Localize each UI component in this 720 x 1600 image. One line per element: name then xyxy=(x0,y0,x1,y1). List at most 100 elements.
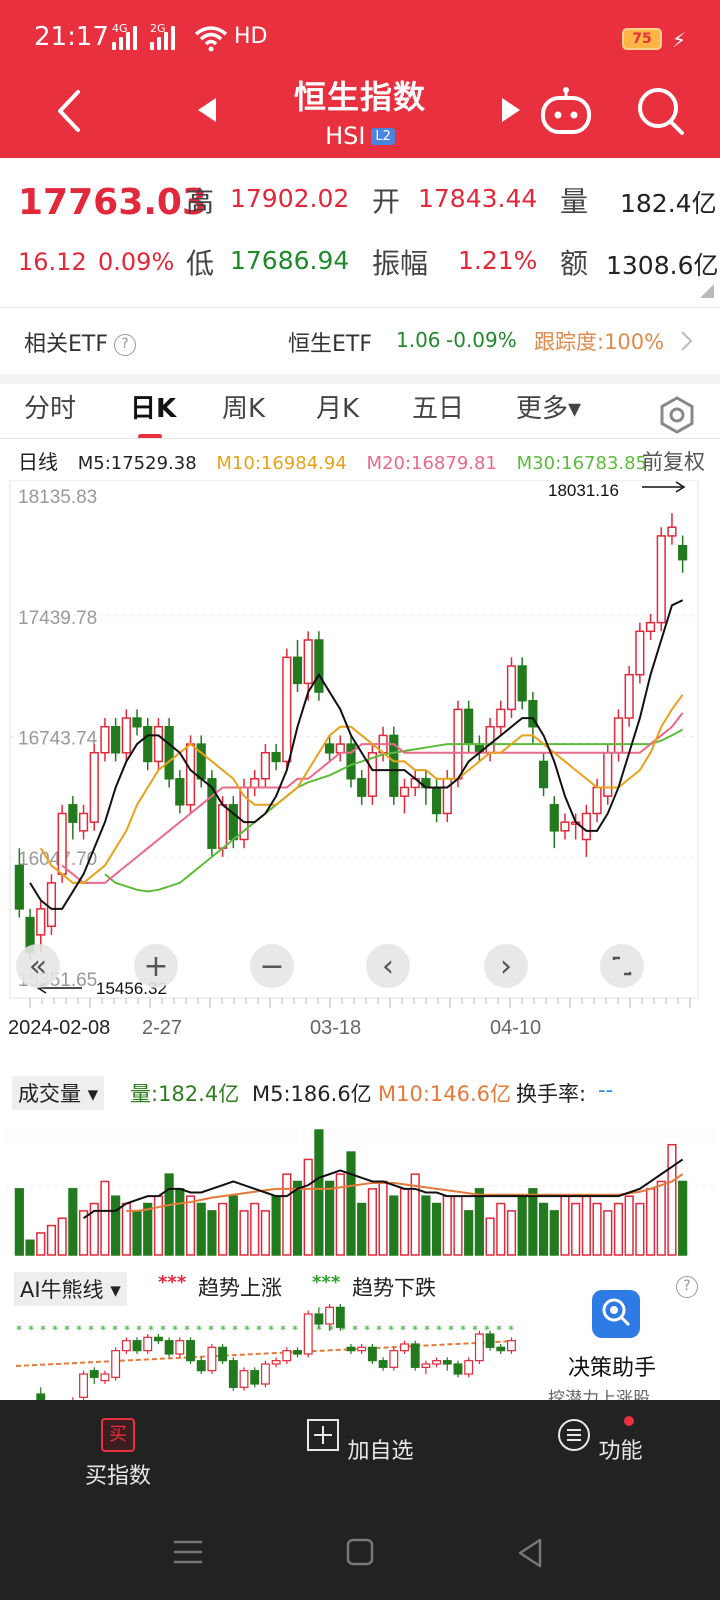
volume-bar xyxy=(260,1210,271,1256)
candle-body xyxy=(635,630,645,676)
trend-star-marker: * xyxy=(184,1323,190,1337)
candle-body xyxy=(538,760,549,789)
volume-label: 量 xyxy=(560,185,589,218)
volume-bar xyxy=(549,1210,559,1256)
related-etf-row[interactable]: 相关ETF? 恒生ETF 1.06 -0.09% 跟踪度:100% xyxy=(0,308,720,374)
trend-up-label: 趋势上涨 xyxy=(198,1276,282,1300)
tab-intraday[interactable]: 分时 xyxy=(24,388,76,425)
candlestick-chart[interactable]: 18135.8317439.7816743.7416047.7015351.65… xyxy=(0,480,720,1040)
rewind-button[interactable]: « xyxy=(16,944,60,988)
volume-indicator-select[interactable]: 成交量 ▾ xyxy=(12,1076,105,1110)
info-icon[interactable]: ? xyxy=(114,334,136,356)
ma-legend: 日线 M5:17529.38 M10:16984.94 M20:16879.81… xyxy=(18,446,661,475)
candle-body xyxy=(121,717,131,754)
etf-price: 1.06 xyxy=(396,328,441,352)
trend-star-marker: * xyxy=(136,1323,142,1337)
ai-candle-body xyxy=(367,1346,377,1362)
volume-bar xyxy=(14,1188,24,1256)
search-icon[interactable] xyxy=(636,86,686,138)
volume-bar xyxy=(228,1195,238,1256)
trend-star-marker: * xyxy=(172,1323,178,1337)
pan-right-button[interactable]: › xyxy=(484,944,528,988)
candle-body xyxy=(560,821,570,832)
trend-star-marker: * xyxy=(352,1323,358,1337)
candle-body xyxy=(399,786,410,797)
settings-hexagon-icon[interactable] xyxy=(658,396,696,434)
buy-icon: 买 xyxy=(101,1418,135,1452)
tab-weekly-k[interactable]: 周K xyxy=(222,388,265,425)
trend-star-marker: * xyxy=(460,1323,466,1337)
tab-five-day[interactable]: 五日 xyxy=(412,388,464,425)
candle-body xyxy=(143,725,153,763)
pan-left-button[interactable]: ‹ xyxy=(366,944,410,988)
volume-bar xyxy=(603,1210,613,1256)
candle-body xyxy=(485,725,495,754)
helper-info-icon[interactable]: ? xyxy=(676,1276,698,1298)
tab-daily-k[interactable]: 日K xyxy=(130,388,176,425)
candle-body xyxy=(218,804,228,849)
volume-value: 182.4亿 xyxy=(620,189,717,218)
amount-label: 额 xyxy=(560,247,589,280)
candle-body xyxy=(678,544,688,561)
volume-indicator-label: 成交量 xyxy=(18,1082,81,1106)
amplitude-label: 振幅 xyxy=(372,247,429,280)
trend-star-marker: * xyxy=(448,1323,454,1337)
volume-bar xyxy=(25,1239,35,1256)
zoom-in-button[interactable]: + xyxy=(134,944,178,988)
candle-body xyxy=(506,665,517,711)
decision-helper-title: 决策助手 xyxy=(568,1356,657,1381)
tab-more[interactable]: 更多▾ xyxy=(516,388,581,425)
volume-bar xyxy=(399,1188,410,1256)
volume-bar xyxy=(68,1188,78,1256)
trend-star-marker: * xyxy=(196,1323,202,1337)
expand-corner-icon[interactable] xyxy=(700,284,714,298)
system-back-icon[interactable] xyxy=(516,1538,544,1568)
trend-star-marker: * xyxy=(52,1323,58,1337)
trend-star-marker: * xyxy=(160,1323,166,1337)
ai-candle-body xyxy=(100,1373,110,1382)
candle-body xyxy=(325,743,335,754)
volume-bar xyxy=(464,1210,474,1256)
trend-star-marker: * xyxy=(424,1323,430,1337)
ma5-line xyxy=(29,599,684,910)
system-nav-bar xyxy=(0,1510,720,1600)
candle-body xyxy=(517,665,527,702)
hd-indicator: HD xyxy=(234,24,268,49)
volume-bar xyxy=(175,1188,185,1256)
etf-percent: -0.09% xyxy=(446,328,517,352)
add-watchlist-button[interactable]: 加自选 xyxy=(300,1418,420,1465)
next-index-icon[interactable] xyxy=(502,98,520,122)
ai-candle-body xyxy=(335,1306,345,1328)
candle-body xyxy=(260,752,271,780)
volume-bar xyxy=(153,1195,164,1256)
ma30-legend: M30:16783.85 xyxy=(516,453,648,474)
volume-current: 量:182.4亿 xyxy=(130,1082,240,1106)
decision-helper-card[interactable]: ? 决策助手 挖潜力上涨股 xyxy=(520,1262,720,1409)
fullscreen-button[interactable] xyxy=(600,944,644,988)
tab-monthly-k[interactable]: 月K xyxy=(316,388,359,425)
zoom-out-button[interactable]: − xyxy=(250,944,294,988)
ai-candle-body xyxy=(186,1340,195,1362)
buy-index-button[interactable]: 买 买指数 xyxy=(58,1418,178,1490)
level2-badge: L2 xyxy=(371,127,395,145)
volume-bar xyxy=(57,1217,67,1256)
ma10-legend: M10:16984.94 xyxy=(216,453,347,474)
recent-apps-icon[interactable] xyxy=(172,1538,204,1566)
chevron-right-icon[interactable] xyxy=(680,330,694,352)
trend-star-marker: * xyxy=(208,1323,214,1337)
ai-candle-body xyxy=(442,1360,452,1365)
candle-body xyxy=(496,708,506,728)
adjust-mode-button[interactable]: 前复权 xyxy=(642,446,705,476)
volume-chart[interactable] xyxy=(0,1110,720,1260)
functions-label: 功能 xyxy=(598,1439,643,1464)
ai-indicator-select[interactable]: AI牛熊线 ▾ xyxy=(14,1272,127,1306)
robot-assistant-icon[interactable] xyxy=(538,84,594,136)
functions-button[interactable]: 功能 xyxy=(540,1416,660,1465)
trend-star-marker: * xyxy=(88,1323,94,1337)
ai-candle-body xyxy=(228,1360,238,1388)
candle-body xyxy=(613,717,624,754)
home-icon[interactable] xyxy=(346,1538,374,1566)
trend-star-marker: * xyxy=(364,1323,370,1337)
trend-star-marker: * xyxy=(436,1323,442,1337)
volume-bar xyxy=(517,1195,527,1256)
